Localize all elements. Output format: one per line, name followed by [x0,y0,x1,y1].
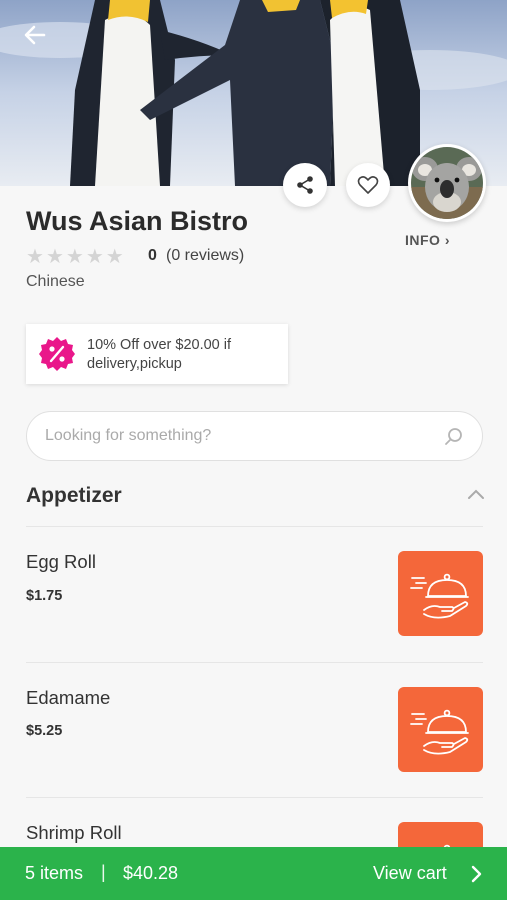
restaurant-name: Wus Asian Bistro [26,206,249,236]
chevron-up-icon[interactable] [467,488,485,500]
cart-item-count: 5 items [25,863,84,883]
view-cart-button[interactable]: View cart [373,863,447,884]
promo-card[interactable]: 10% Off over $20.00 if delivery,pickup [26,324,288,384]
food-service-icon [409,573,469,618]
koala-avatar [411,147,483,219]
menu-item-name: Edamame [26,687,111,708]
search-icon[interactable] [444,427,464,447]
rating-value: 0 [148,247,157,264]
menu-item-name: Shrimp Roll [26,822,122,843]
rating-stars: ★ ★ ★ ★ ★ [26,246,124,266]
menu-item[interactable]: Edamame $5.25 [0,663,507,798]
star-icon: ★ [105,244,124,268]
view-cart-bar[interactable]: 5 items | $40.28 View cart [0,847,507,900]
menu-item-name: Egg Roll [26,551,96,572]
heart-icon [357,176,379,194]
favorite-button[interactable] [346,163,390,207]
promo-text: 10% Off over $20.00 if delivery,pickup [87,337,232,372]
star-icon: ★ [45,244,64,268]
restaurant-avatar[interactable] [408,144,486,222]
search-input[interactable] [45,412,425,460]
cuisine-label: Chinese [26,273,85,290]
menu-item-thumbnail [398,822,483,847]
menu-item-price: $5.25 [26,723,63,739]
menu-item[interactable]: Egg Roll $1.75 [0,527,507,662]
menu-item-thumbnail [398,687,483,772]
section-title-appetizer[interactable]: Appetizer [26,484,122,508]
arrow-left-icon [24,25,46,45]
share-icon [297,176,313,194]
menu-search[interactable] [26,411,483,461]
cart-separator: | [101,862,106,882]
food-service-icon [409,709,469,754]
food-service-icon [443,844,450,847]
menu-item-thumbnail [398,551,483,636]
back-button[interactable] [20,20,50,50]
cart-total: $40.28 [123,863,179,883]
info-link[interactable]: INFO › [405,232,450,248]
menu-item[interactable]: Shrimp Roll [0,798,507,847]
star-icon: ★ [65,244,84,268]
review-count[interactable]: (0 reviews) [166,247,244,265]
chevron-right-icon[interactable] [470,865,482,883]
discount-badge-icon [39,337,75,371]
menu-item-price: $1.75 [26,588,63,604]
share-button[interactable] [283,163,327,207]
star-icon: ★ [85,244,104,268]
star-icon: ★ [26,244,44,268]
